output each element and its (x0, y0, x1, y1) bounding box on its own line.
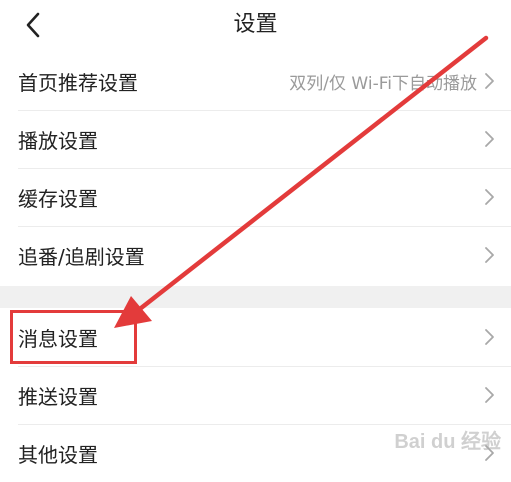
settings-row-cache[interactable]: 缓存设置 (0, 168, 511, 226)
settings-group-secondary: 消息设置 推送设置 其他设置 (0, 308, 511, 482)
chevron-right-icon (485, 387, 494, 403)
settings-row-other[interactable]: 其他设置 (0, 424, 511, 482)
settings-row-playback[interactable]: 播放设置 (0, 110, 511, 168)
chevron-right-icon (485, 329, 494, 345)
settings-row-label: 缓存设置 (18, 186, 98, 211)
settings-row-message[interactable]: 消息设置 (0, 308, 511, 366)
settings-row-label: 其他设置 (18, 442, 98, 467)
chevron-right-icon (485, 73, 494, 89)
chevron-right-icon (485, 189, 494, 205)
settings-row-label: 首页推荐设置 (18, 70, 138, 95)
header-bar: 设置 (0, 0, 511, 50)
settings-row-home-recommend[interactable]: 首页推荐设置 双列/仅 Wi-Fi下自动播放 (0, 52, 511, 110)
chevron-right-icon (485, 131, 494, 147)
settings-row-value: 双列/仅 Wi-Fi下自动播放 (289, 73, 477, 94)
settings-row-follow[interactable]: 追番/追剧设置 (0, 226, 511, 284)
settings-group-primary: 首页推荐设置 双列/仅 Wi-Fi下自动播放 播放设置 缓存设置 追番/追剧设置 (0, 52, 511, 284)
settings-row-push[interactable]: 推送设置 (0, 366, 511, 424)
settings-row-label: 追番/追剧设置 (18, 244, 145, 269)
page-title: 设置 (233, 12, 278, 37)
settings-row-label: 消息设置 (18, 326, 98, 351)
settings-row-label: 播放设置 (18, 128, 98, 153)
chevron-right-icon (485, 445, 494, 461)
settings-row-label: 推送设置 (18, 384, 98, 409)
chevron-right-icon (485, 247, 494, 263)
section-divider (0, 286, 511, 308)
